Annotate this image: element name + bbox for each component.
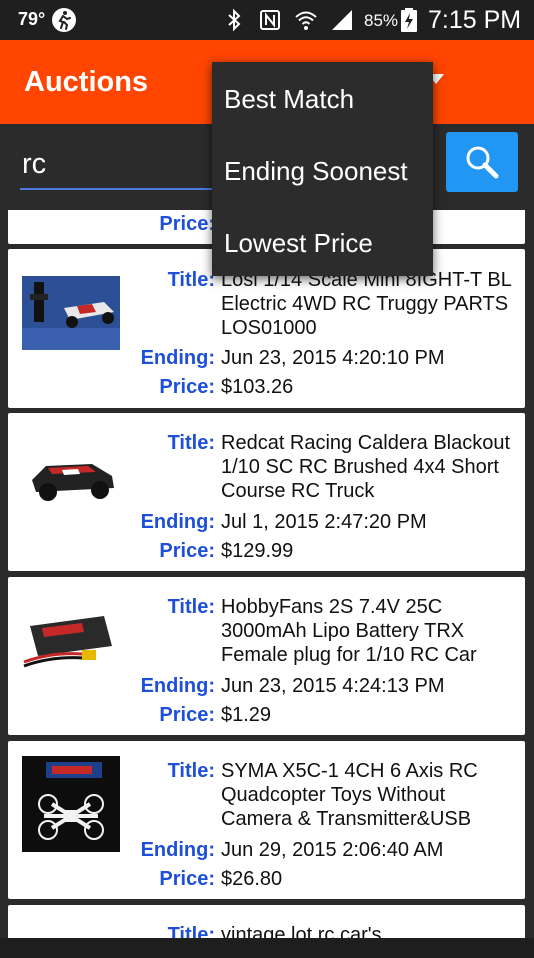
sort-option-ending-soonest[interactable]: Ending Soonest <box>224 156 408 187</box>
listing-title: HobbyFans 2S 7.4V 25C 3000mAh Lipo Batte… <box>221 596 477 666</box>
price-label: Price: <box>159 376 215 398</box>
ending-label: Ending: <box>140 839 215 861</box>
signal-icon <box>332 10 352 30</box>
title-label: Title: <box>167 432 215 454</box>
battery-icon <box>401 8 417 32</box>
title-label: Title: <box>167 924 215 938</box>
search-icon <box>466 146 499 179</box>
listing-price: $1.29 <box>221 704 272 726</box>
nfc-icon <box>260 10 280 30</box>
title-label: Title: <box>167 760 215 782</box>
listing-card[interactable]: Title: SYMA X5C-1 4CH 6 Axis RC Quadcopt… <box>8 741 525 899</box>
listing-title: SYMA X5C-1 4CH 6 Axis RC Quadcopter Toys… <box>221 760 478 830</box>
listing-card[interactable]: Title: Redcat Racing Caldera Blackout 1/… <box>8 413 525 571</box>
ending-label: Ending: <box>140 675 215 697</box>
clock: 7:15 PM <box>428 6 522 34</box>
listing-ending: Jun 29, 2015 2:06:40 AM <box>221 839 444 861</box>
listing-title: Losi 1/14 Scale Mini 8IGHT-T BL Electric… <box>221 269 512 339</box>
title-label: Title: <box>167 269 215 291</box>
listing-ending: Jul 1, 2015 2:47:20 PM <box>221 511 427 533</box>
sort-menu: Best Match Ending Soonest Lowest Price <box>212 62 433 276</box>
wifi-icon <box>295 11 317 30</box>
listing-ending: Jun 23, 2015 4:20:10 PM <box>221 347 445 369</box>
price-label: Price: <box>159 540 215 562</box>
listing-card[interactable]: Title: vintage lot rc car's <box>8 905 525 938</box>
ending-label: Ending: <box>140 347 215 369</box>
navigation-bar <box>0 938 534 958</box>
price-label: Price: <box>159 704 215 726</box>
listing-list[interactable]: Price: Title: Losi 1/14 Scale Mini 8IGHT… <box>0 210 534 938</box>
listing-price: $129.99 <box>221 540 294 562</box>
runner-icon <box>52 8 76 32</box>
listing-thumbnail <box>22 440 120 514</box>
battery-percent: 85% <box>364 11 399 30</box>
listing-thumbnail <box>22 756 120 852</box>
search-button[interactable] <box>446 132 518 192</box>
price-label: Price: <box>159 868 215 890</box>
listing-price: $103.26 <box>221 376 294 398</box>
listing-title: vintage lot rc car's <box>221 924 382 938</box>
listing-title: Redcat Racing Caldera Blackout 1/10 SC R… <box>221 432 511 502</box>
ending-label: Ending: <box>140 511 215 533</box>
listing-ending: Jun 23, 2015 4:24:13 PM <box>221 675 445 697</box>
title-label: Title: <box>167 596 215 618</box>
temperature: 79° <box>18 9 46 29</box>
listing-thumbnail <box>22 276 120 350</box>
sort-option-best-match[interactable]: Best Match <box>224 84 354 115</box>
status-bar: 79° 85% 7:15 PM <box>0 0 534 40</box>
listing-price: $26.80 <box>221 868 283 890</box>
listing-card[interactable]: Title: HobbyFans 2S 7.4V 25C 3000mAh Lip… <box>8 577 525 735</box>
sort-option-lowest-price[interactable]: Lowest Price <box>224 228 373 259</box>
page-title: Auctions <box>24 66 149 98</box>
bluetooth-icon <box>228 8 241 32</box>
listing-thumbnail <box>22 592 120 688</box>
price-label: Price: <box>159 213 215 235</box>
